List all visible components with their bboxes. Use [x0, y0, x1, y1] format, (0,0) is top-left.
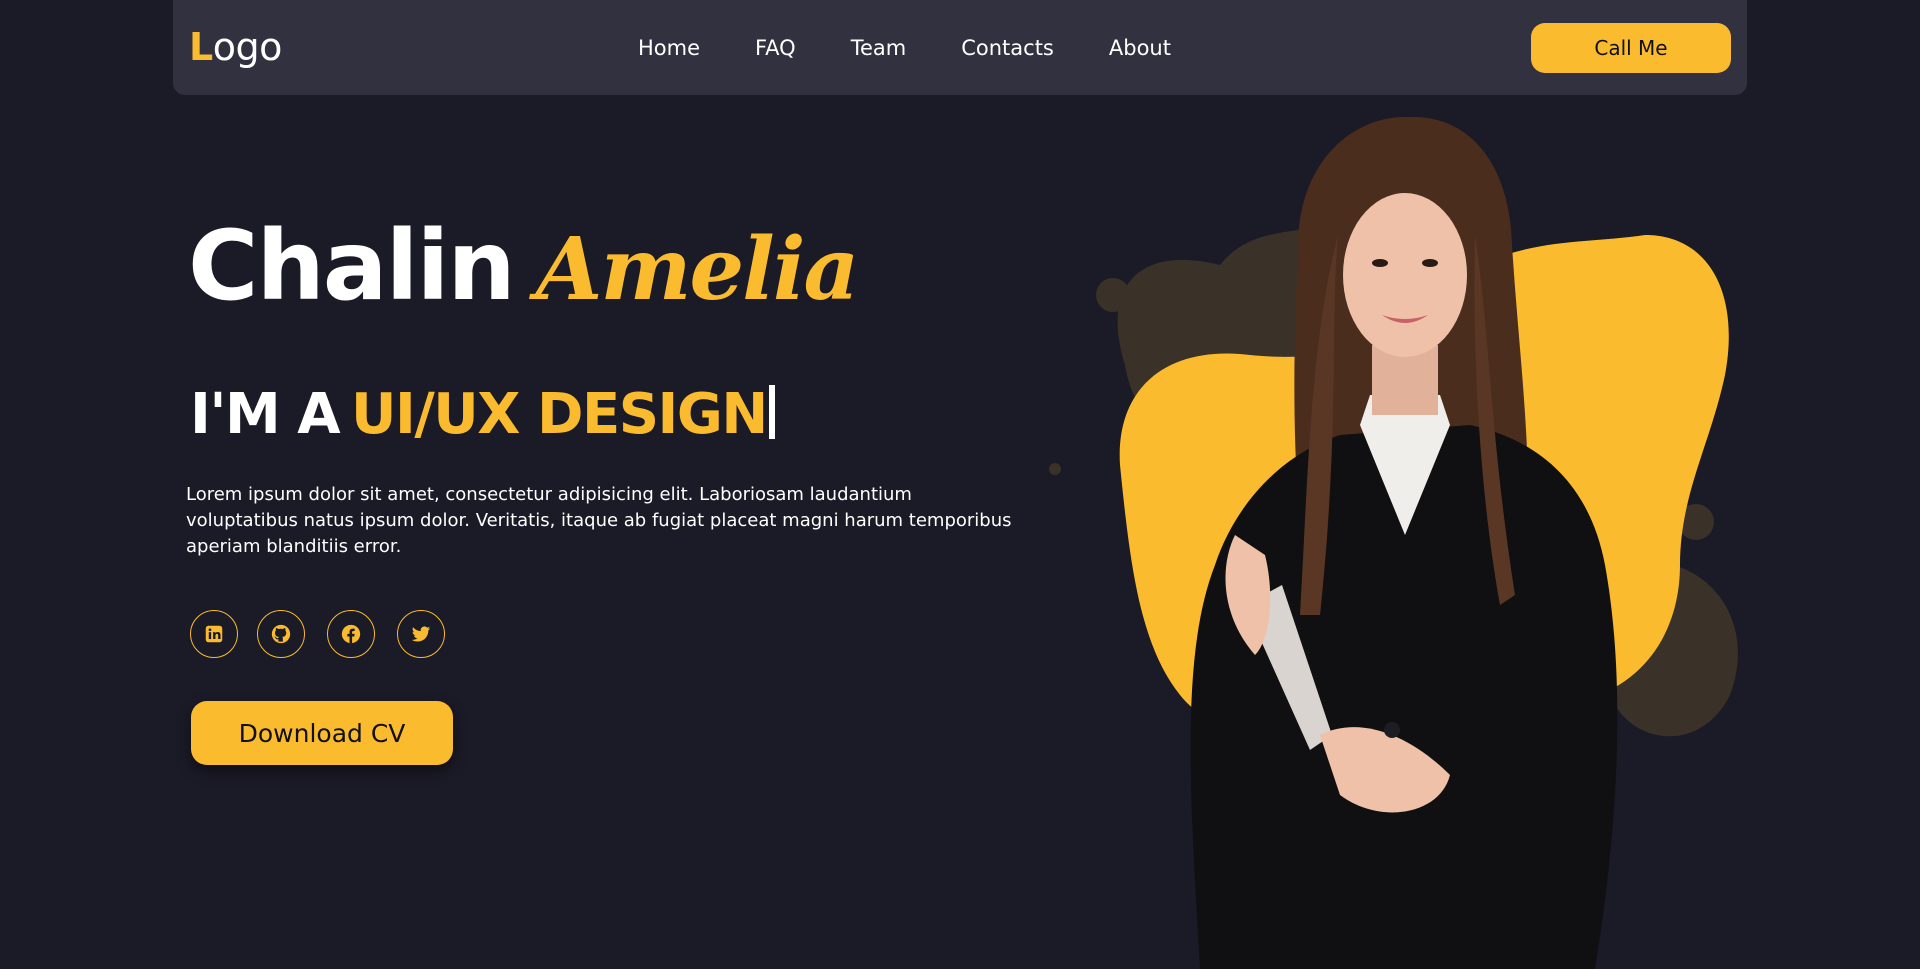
- page: Logo Home FAQ Team Contacts About Call M…: [0, 0, 1920, 969]
- download-cv-button[interactable]: Download CV: [191, 701, 453, 765]
- hero-description: Lorem ipsum dolor sit amet, consectetur …: [186, 484, 1012, 557]
- twitter-button[interactable]: [397, 610, 445, 658]
- logo-initial: L: [189, 25, 213, 69]
- role-highlight: UI/UX DESIGN: [351, 382, 768, 447]
- nav-link-team[interactable]: Team: [851, 36, 907, 60]
- typing-caret: [768, 385, 775, 439]
- hero-name: Chalin Amelia: [188, 218, 859, 314]
- call-me-button[interactable]: Call Me: [1531, 23, 1731, 73]
- linkedin-icon: [203, 623, 225, 645]
- logo[interactable]: Logo: [189, 22, 282, 72]
- nav-link-about[interactable]: About: [1109, 36, 1171, 60]
- github-icon: [270, 623, 292, 645]
- nav-links: Home FAQ Team Contacts About: [638, 0, 1171, 95]
- role-line: I'M A UI/UX DESIGN: [190, 385, 775, 443]
- linkedin-button[interactable]: [190, 610, 238, 658]
- logo-text: ogo: [212, 25, 283, 69]
- nav-link-home[interactable]: Home: [638, 36, 700, 60]
- role-prefix: I'M A: [190, 382, 341, 447]
- hero-last-name: Amelia: [535, 219, 860, 320]
- twitter-icon: [410, 623, 432, 645]
- hero-first-name: Chalin: [188, 210, 516, 322]
- hero-illustration: [1020, 95, 1760, 969]
- nav-link-faq[interactable]: FAQ: [755, 36, 796, 60]
- github-button[interactable]: [257, 610, 305, 658]
- facebook-icon: [340, 623, 362, 645]
- facebook-button[interactable]: [327, 610, 375, 658]
- navbar: Logo Home FAQ Team Contacts About Call M…: [173, 0, 1747, 95]
- nav-link-contacts[interactable]: Contacts: [961, 36, 1054, 60]
